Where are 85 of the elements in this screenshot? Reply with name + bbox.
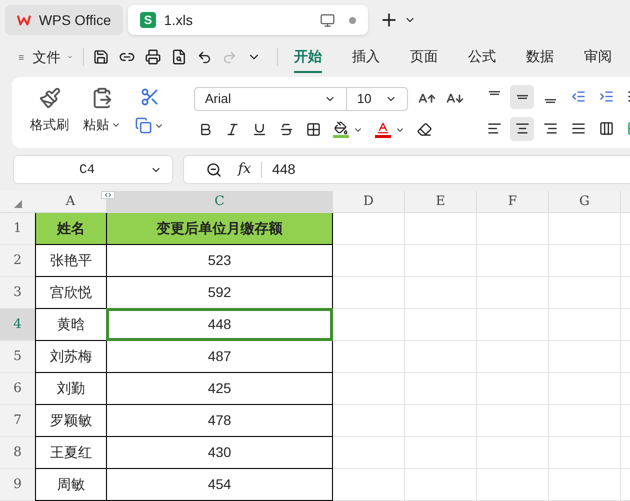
strikethrough-icon[interactable] [279, 122, 294, 137]
hidden-column-marker-icon[interactable] [101, 191, 115, 199]
print-icon[interactable] [145, 49, 161, 65]
row-header[interactable]: 2 [0, 245, 35, 276]
table-cell-text: 刘苏梅 [50, 347, 92, 366]
eraser-icon[interactable] [417, 122, 432, 137]
table-cell-text: 宫欣悦 [50, 283, 92, 302]
wps-logo-icon [17, 13, 31, 27]
paste-icon[interactable] [91, 87, 113, 109]
horizontal-align-button[interactable] [510, 116, 534, 140]
row-header[interactable]: 5 [0, 341, 35, 372]
file-menu[interactable]: 文件 [32, 46, 60, 68]
ribbon-tab[interactable]: 数据 [526, 42, 554, 72]
align-icon [486, 121, 502, 136]
row-header[interactable]: 1 [0, 213, 35, 244]
document-tab[interactable]: S 1.xls [128, 5, 368, 35]
column-header[interactable]: C [107, 191, 333, 212]
ribbon-tab[interactable]: 审阅 [584, 42, 612, 72]
align-icon [514, 121, 530, 136]
italic-icon[interactable] [225, 122, 240, 137]
table-cell-text: 478 [208, 411, 232, 430]
undo-icon[interactable] [197, 50, 212, 64]
font-color-icon[interactable] [376, 121, 390, 135]
column-header[interactable]: D [333, 191, 405, 212]
indent-decrease-icon[interactable] [570, 89, 586, 104]
indent-increase-icon[interactable] [598, 89, 614, 104]
column-header[interactable]: E [405, 191, 477, 212]
align-icon [542, 121, 558, 136]
underline-icon[interactable] [252, 122, 267, 137]
bold-icon[interactable] [198, 122, 213, 137]
table-cell-text: 刘勤 [57, 379, 85, 398]
vertical-align-icon [544, 98, 556, 102]
row-header[interactable]: 6 [0, 373, 35, 404]
formula-value: 448 [272, 160, 296, 179]
monitor-icon[interactable] [320, 12, 335, 28]
tab-label: WPS Office [38, 10, 111, 30]
table-cell-text: 487 [208, 347, 232, 366]
row-header[interactable]: 4 [0, 309, 35, 340]
distribute-icon[interactable] [598, 121, 614, 136]
document-tab[interactable]: WPS Office [5, 5, 123, 35]
ribbon-tab[interactable]: 开始 [294, 42, 322, 72]
row-header[interactable]: 7 [0, 405, 35, 436]
function-button[interactable]: fx [238, 159, 252, 180]
formula-field[interactable]: fx 448 [183, 155, 630, 184]
fill-color-bar [333, 135, 349, 138]
name-box[interactable]: C4 [13, 155, 173, 184]
table-cell-text: 425 [208, 379, 232, 398]
ribbon-tab[interactable]: 公式 [468, 42, 496, 72]
column-title: 变更后单位月缴存额 [156, 219, 282, 238]
table-cell-text: 罗颖敏 [50, 411, 92, 430]
borders-icon[interactable] [306, 122, 321, 137]
row-header[interactable]: 9 [0, 469, 35, 500]
table-cell-text: 523 [208, 251, 232, 270]
vertical-align-icon [488, 90, 500, 94]
row-header[interactable]: 3 [0, 277, 35, 308]
triangle-icon [14, 200, 22, 208]
sheet-badge-icon: S [140, 12, 156, 28]
print-preview-icon[interactable] [171, 49, 187, 65]
table-cell-text: 王夏红 [50, 443, 92, 462]
zoom-out-icon[interactable] [206, 162, 222, 178]
ribbon-tab[interactable]: 页面 [410, 42, 438, 72]
table-cell-text: 张艳平 [50, 251, 92, 270]
column-title: 姓名 [57, 219, 85, 238]
table-cell-text: 454 [208, 475, 232, 494]
ribbon-tab[interactable]: 插入 [352, 42, 380, 72]
format-painter-icon[interactable] [38, 87, 60, 109]
row-header[interactable]: 8 [0, 437, 35, 468]
table-cell-text: 448 [208, 315, 232, 334]
column-header[interactable]: F [477, 191, 549, 212]
table-cell-text: 592 [208, 283, 232, 302]
fill-color-icon[interactable] [334, 121, 348, 135]
cut-icon[interactable] [140, 87, 160, 107]
column-header[interactable]: G [549, 191, 621, 212]
align-icon [570, 121, 586, 136]
copy-icon[interactable] [135, 117, 152, 134]
save-icon[interactable] [93, 49, 109, 65]
table-cell-text: 430 [208, 443, 232, 462]
tab-label: 1.xls [164, 10, 193, 30]
table-cell-text: 黄晗 [57, 315, 85, 334]
font-color-bar [375, 135, 391, 138]
vertical-align-button[interactable] [510, 84, 534, 108]
vertical-align-icon [516, 94, 528, 98]
table-cell-text: 周敏 [57, 475, 85, 494]
paste-button[interactable]: 粘贴 [83, 115, 109, 134]
format-painter-button[interactable]: 格式刷 [30, 115, 69, 134]
